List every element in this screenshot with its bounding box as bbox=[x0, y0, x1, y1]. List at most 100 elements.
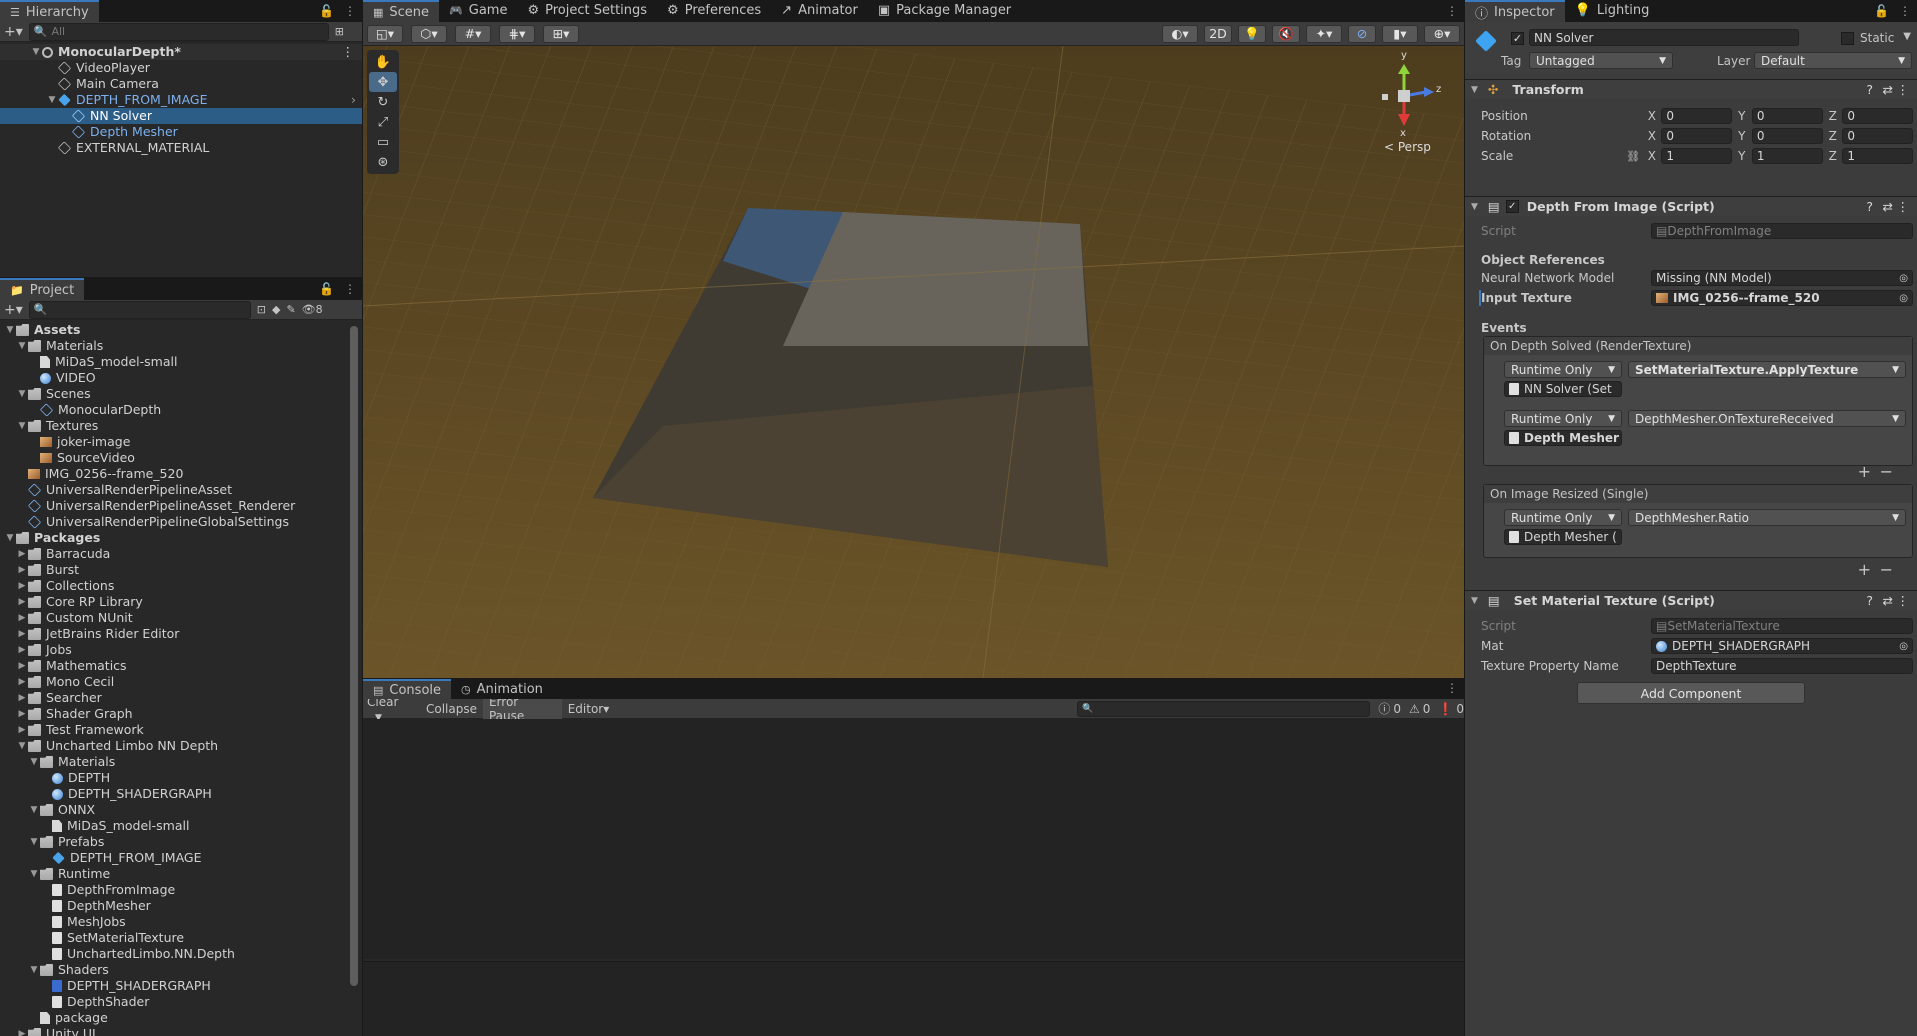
project-tree-item[interactable]: ▼ Uncharted Limbo NN Depth bbox=[0, 738, 362, 754]
chevron-right-icon[interactable]: › bbox=[351, 92, 356, 108]
increment-snap-button[interactable]: ⋕▾ bbox=[499, 24, 535, 43]
hidden-packages-icon[interactable]: 👁8 bbox=[302, 303, 323, 316]
ruler-button[interactable]: ⊞▾ bbox=[543, 24, 579, 43]
rotation-y-field[interactable]: 0 bbox=[1751, 128, 1823, 144]
chevron-down-icon[interactable]: ▼ bbox=[1471, 596, 1478, 606]
lighting-toggle-icon[interactable]: 💡 bbox=[1238, 24, 1266, 43]
function-dropdown[interactable]: DepthMesher.OnTextureReceived ▼ bbox=[1628, 410, 1906, 427]
input-texture-field[interactable]: IMG_0256--frame_520 ◎ bbox=[1651, 290, 1913, 306]
project-tree-item[interactable]: ▼ Assets bbox=[0, 322, 362, 338]
tab-package-manager[interactable]: ▣ Package Manager bbox=[868, 0, 1021, 22]
project-tree-item[interactable]: IMG_0256--frame_520 bbox=[0, 466, 362, 482]
project-search-input[interactable]: 🔍 bbox=[28, 300, 251, 319]
function-dropdown[interactable]: DepthMesher.Ratio ▼ bbox=[1628, 509, 1906, 526]
position-z-field[interactable]: 0 bbox=[1842, 108, 1914, 124]
project-tree-item[interactable]: ▶ Shader Graph bbox=[0, 706, 362, 722]
chevron-right-icon[interactable]: ▶ bbox=[16, 642, 28, 658]
remove-listener-button[interactable]: − bbox=[1880, 560, 1893, 579]
project-tree-item[interactable]: DEPTH_FROM_IMAGE bbox=[0, 850, 362, 866]
project-tree-item[interactable]: ▶ Custom NUnit bbox=[0, 610, 362, 626]
chevron-down-icon[interactable]: ▼ bbox=[28, 802, 40, 818]
target-object-field[interactable]: NN Solver (Set bbox=[1504, 381, 1622, 397]
scale-tool-icon[interactable]: ⤢ bbox=[369, 112, 397, 132]
add-icon[interactable]: +▾ bbox=[4, 24, 23, 40]
warnings-toggle[interactable]: ⚠ 0 bbox=[1409, 702, 1430, 716]
mode-2d-button[interactable]: 2D bbox=[1204, 24, 1232, 43]
target-object-field[interactable]: Depth Mesher ( bbox=[1504, 529, 1622, 545]
position-y-field[interactable]: 0 bbox=[1751, 108, 1823, 124]
project-tree-item[interactable]: DEPTH_SHADERGRAPH bbox=[0, 786, 362, 802]
project-tree-item[interactable]: SetMaterialTexture bbox=[0, 930, 362, 946]
active-checkbox[interactable]: ✓ bbox=[1511, 32, 1524, 45]
hierarchy-item[interactable]: VideoPlayer bbox=[0, 60, 362, 76]
chevron-down-icon[interactable]: ▼ bbox=[1903, 31, 1911, 42]
project-tree-item[interactable]: ▶ Collections bbox=[0, 578, 362, 594]
preset-icon[interactable]: ⇄ bbox=[1883, 593, 1893, 608]
rect-tool-icon[interactable]: ▭ bbox=[369, 132, 397, 152]
depth-from-image-header[interactable]: ▼ ▤ ✓ Depth From Image (Script) ? ⇄ ⋮ bbox=[1465, 196, 1917, 216]
chevron-down-icon[interactable]: ▼ bbox=[28, 962, 40, 978]
rotation-x-field[interactable]: 0 bbox=[1661, 128, 1733, 144]
console-search-input[interactable]: 🔍 bbox=[1077, 700, 1371, 717]
favorite-icon[interactable]: ✎ bbox=[286, 303, 295, 316]
project-tree-item[interactable]: ▶ Searcher bbox=[0, 690, 362, 706]
position-x-field[interactable]: 0 bbox=[1661, 108, 1733, 124]
add-component-button[interactable]: Add Component bbox=[1577, 682, 1805, 704]
help-icon[interactable]: ? bbox=[1866, 82, 1873, 97]
help-icon[interactable]: ? bbox=[1866, 199, 1873, 214]
console-detail-area[interactable] bbox=[363, 961, 1464, 1036]
persp-label[interactable]: < Persp bbox=[1384, 140, 1431, 154]
project-tree-item[interactable]: DEPTH bbox=[0, 770, 362, 786]
scale-z-field[interactable]: 1 bbox=[1842, 148, 1914, 164]
project-tree-item[interactable]: ▼ Packages bbox=[0, 530, 362, 546]
object-picker-icon[interactable]: ◎ bbox=[1899, 293, 1908, 304]
shading-mode-button[interactable]: ◐▾ bbox=[1162, 24, 1198, 43]
project-tree-item[interactable]: ▼ Shaders bbox=[0, 962, 362, 978]
chevron-down-icon[interactable]: ▼ bbox=[28, 834, 40, 850]
project-tree-item[interactable]: ▼ ONNX bbox=[0, 802, 362, 818]
function-dropdown[interactable]: SetMaterialTexture.ApplyTexture ▼ bbox=[1628, 361, 1906, 378]
tab-preferences[interactable]: ⚙ Preferences bbox=[657, 0, 771, 22]
project-tree-item[interactable]: ▶ Test Framework bbox=[0, 722, 362, 738]
project-tree-item[interactable]: ▶ JetBrains Rider Editor bbox=[0, 626, 362, 642]
project-tree-item[interactable]: ▶ Core RP Library bbox=[0, 594, 362, 610]
view-tool-icon[interactable]: ✋ bbox=[369, 52, 397, 72]
set-material-texture-header[interactable]: ▼ ▤ Set Material Texture (Script) ? ⇄ ⋮ bbox=[1465, 590, 1917, 610]
more-icon[interactable]: ⋮ bbox=[344, 4, 356, 18]
chevron-down-icon[interactable]: ▼ bbox=[16, 738, 28, 754]
project-tree-item[interactable]: DepthFromImage bbox=[0, 882, 362, 898]
lock-icon[interactable]: 🔓 bbox=[319, 282, 334, 296]
project-tree-item[interactable]: ▶ Unity UI bbox=[0, 1026, 362, 1036]
more-icon[interactable]: ⋮ bbox=[1446, 681, 1458, 695]
more-icon[interactable]: ⋮ bbox=[1897, 593, 1910, 608]
more-icon[interactable]: ⋮ bbox=[1899, 4, 1911, 18]
rotate-tool-icon[interactable]: ↻ bbox=[369, 92, 397, 112]
search-by-label-icon[interactable]: ◆ bbox=[272, 303, 280, 316]
tab-lighting[interactable]: 💡 Lighting bbox=[1565, 0, 1660, 22]
chevron-down-icon[interactable]: ▼ bbox=[1471, 85, 1478, 95]
static-checkbox[interactable] bbox=[1841, 32, 1854, 45]
chevron-right-icon[interactable]: ▶ bbox=[16, 610, 28, 626]
project-tree-item[interactable]: SourceVideo bbox=[0, 450, 362, 466]
project-tree-item[interactable]: ▶ Mono Cecil bbox=[0, 674, 362, 690]
tab-hierarchy[interactable]: ☰ Hierarchy bbox=[0, 0, 99, 22]
tab-animation[interactable]: ◷ Animation bbox=[451, 679, 553, 699]
search-filter-icon[interactable]: ⊞ bbox=[335, 25, 344, 38]
chevron-down-icon[interactable]: ▼ bbox=[46, 92, 58, 108]
editor-dropdown[interactable]: Editor▾ bbox=[562, 702, 616, 716]
move-tool-icon[interactable]: ✥ bbox=[369, 72, 397, 92]
object-picker-icon[interactable]: ◎ bbox=[1899, 273, 1908, 284]
scale-y-field[interactable]: 1 bbox=[1751, 148, 1823, 164]
more-icon[interactable]: ⋮ bbox=[1446, 4, 1458, 18]
chevron-down-icon[interactable]: ▼ bbox=[16, 338, 28, 354]
tab-game[interactable]: 🎮 Game bbox=[439, 0, 517, 22]
project-tree-item[interactable]: UniversalRenderPipelineGlobalSettings bbox=[0, 514, 362, 530]
chevron-right-icon[interactable]: ▶ bbox=[16, 690, 28, 706]
lock-icon[interactable]: 🔓 bbox=[319, 4, 334, 18]
project-tree-item[interactable]: UniversalRenderPipelineAsset_Renderer bbox=[0, 498, 362, 514]
tab-project-settings[interactable]: ⚙ Project Settings bbox=[517, 0, 657, 22]
render-mode-button[interactable]: ⬡▾ bbox=[411, 24, 447, 43]
runtime-mode-dropdown[interactable]: Runtime Only ▼ bbox=[1504, 361, 1622, 378]
project-tree-item[interactable]: package bbox=[0, 1010, 362, 1026]
tab-inspector[interactable]: ⓘ Inspector bbox=[1465, 0, 1565, 22]
